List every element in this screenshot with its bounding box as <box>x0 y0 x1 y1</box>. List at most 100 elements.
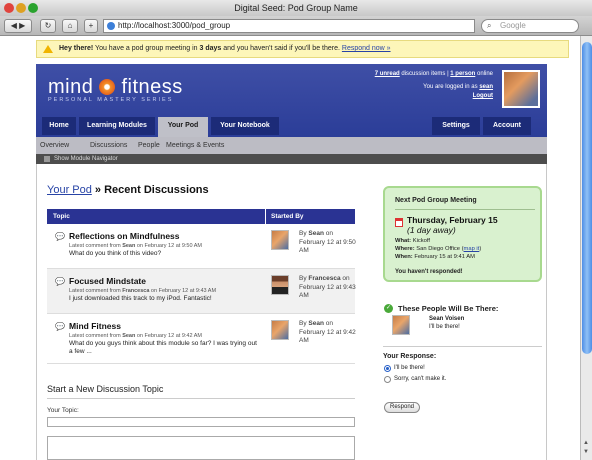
meeting-notice: Hey there! You have a pod group meeting … <box>36 40 569 58</box>
home-icon: ⌂ <box>67 21 73 30</box>
forward-icon[interactable]: ▶ <box>19 21 25 30</box>
respond-button[interactable]: Respond <box>384 402 420 413</box>
tab-your-pod[interactable]: Your Pod <box>158 117 208 137</box>
unread-text: discussion items | <box>399 71 451 77</box>
meeting-away: (1 day away) <box>407 225 456 235</box>
radio-not-attending-label[interactable]: Sorry, can't make it. <box>394 376 446 382</box>
meta-user[interactable]: Sean <box>122 243 135 249</box>
topic-label: Your Topic: <box>47 407 79 414</box>
respond-now-link[interactable]: Respond now » <box>342 45 391 52</box>
main-nav: Home Learning Modules Your Pod Your Note… <box>36 117 547 137</box>
zoom-window-button[interactable] <box>28 3 38 13</box>
meta-time: on February 12 at 9:43 AM <box>149 288 217 294</box>
by-user[interactable]: Sean <box>308 320 324 327</box>
where-value: San Diego Office ( <box>414 246 464 252</box>
back-forward-buttons[interactable]: ◀ ▶ <box>4 19 32 33</box>
attendee-name: Sean Voisen <box>429 316 465 322</box>
subnav-people[interactable]: People <box>138 137 160 154</box>
meta-prefix: Latest comment from <box>69 333 123 339</box>
topic-input[interactable] <box>47 417 355 427</box>
not-responded-text: You haven't responded! <box>395 269 463 275</box>
topic-title[interactable]: Focused Mindstate <box>69 276 146 286</box>
search-placeholder: Google <box>500 21 526 30</box>
meeting-what: What: Kickoff <box>395 238 430 244</box>
site-header: mind fitness PERSONAL MASTERY SERIES 7 u… <box>36 64 547 137</box>
add-bookmark-button[interactable]: + <box>84 19 98 33</box>
started-by: By Francesca on February 12 at 9:43 AM <box>299 275 359 301</box>
radio-not-attending[interactable] <box>384 376 391 383</box>
unread-link[interactable]: 7 unread <box>375 71 400 77</box>
tab-settings[interactable]: Settings <box>432 117 480 135</box>
tab-your-notebook[interactable]: Your Notebook <box>211 117 279 135</box>
map-it-link[interactable]: map it <box>464 246 480 252</box>
started-by: By Sean on February 12 at 9:50 AM <box>299 230 359 256</box>
meeting-box: Next Pod Group Meeting Thursday, Februar… <box>383 186 542 282</box>
scroll-up-icon[interactable]: ▲ <box>583 440 589 446</box>
module-navigator-bar[interactable]: Show Module Navigator <box>36 154 547 164</box>
by-prefix: By <box>299 230 309 237</box>
response-title: Your Response: <box>383 353 437 360</box>
meeting-where: Where: San Diego Office (map it) <box>395 246 481 252</box>
url-input[interactable]: http://localhost:3000/pod_group <box>103 19 475 33</box>
where-label: Where: <box>395 246 415 252</box>
check-icon: ✓ <box>384 304 393 313</box>
attendee-avatar[interactable] <box>392 315 410 335</box>
table-row[interactable]: 💬 Mind Fitness Latest comment from Sean … <box>47 314 356 364</box>
logout-row: Logout <box>473 93 493 99</box>
logout-link[interactable]: Logout <box>473 93 493 99</box>
table-row[interactable]: 💬 Focused Mindstate Latest comment from … <box>47 269 356 314</box>
reload-icon: ↻ <box>44 21 52 30</box>
vertical-scrollbar[interactable]: ▲ ▼ <box>580 36 592 460</box>
tab-account[interactable]: Account <box>483 117 531 135</box>
by-user[interactable]: Sean <box>308 230 324 237</box>
subnav-meetings-events[interactable]: Meetings & Events <box>166 137 224 154</box>
speech-bubble-icon: 💬 <box>55 277 65 286</box>
where-close: ) <box>479 246 482 252</box>
notice-days: 3 days <box>199 45 222 52</box>
meta-user[interactable]: Sean <box>122 333 135 339</box>
minimize-window-button[interactable] <box>16 3 26 13</box>
home-button[interactable]: ⌂ <box>62 19 78 33</box>
user-link[interactable]: sean <box>479 84 493 90</box>
reload-button[interactable]: ↻ <box>40 19 56 33</box>
subnav-discussions[interactable]: Discussions <box>90 137 127 154</box>
table-row[interactable]: 💬 Reflections on Mindfulness Latest comm… <box>47 224 356 269</box>
author-avatar[interactable] <box>271 230 289 250</box>
online-link[interactable]: 1 person <box>450 71 475 77</box>
back-icon[interactable]: ◀ <box>11 21 17 30</box>
subnav-overview[interactable]: Overview <box>40 137 69 154</box>
tab-home[interactable]: Home <box>42 117 76 135</box>
main-content: Your Pod » Recent Discussions Topic Star… <box>36 164 547 460</box>
your-pod-link[interactable]: Your Pod <box>47 184 92 196</box>
topic-body-textarea[interactable] <box>47 436 355 460</box>
topic-snippet: What do you think of this video? <box>69 250 162 257</box>
meeting-date: Thursday, February 15 <box>407 215 498 225</box>
radio-attending-label[interactable]: I'll be there! <box>394 365 425 371</box>
url-text: http://localhost:3000/pod_group <box>118 21 231 30</box>
calendar-icon <box>395 218 403 227</box>
title-bar: Digital Seed: Pod Group Name <box>0 0 592 16</box>
discussions-table: Topic Started By 💬 Reflections on Mindfu… <box>47 209 356 364</box>
topic-title[interactable]: Reflections on Mindfulness <box>69 231 180 241</box>
divider <box>47 398 355 399</box>
user-avatar[interactable] <box>502 70 540 108</box>
scroll-down-icon[interactable]: ▼ <box>583 449 589 455</box>
page-title-rest: » Recent Discussions <box>91 184 209 196</box>
meta-user[interactable]: Francesca <box>122 288 149 294</box>
tab-learning-modules[interactable]: Learning Modules <box>79 117 155 135</box>
author-avatar[interactable] <box>271 320 289 340</box>
site-logo[interactable]: mind fitness <box>48 76 183 99</box>
by-user[interactable]: Francesca <box>308 275 340 282</box>
notice-text-1: You have a pod group meeting in <box>93 45 200 52</box>
scrollbar-thumb[interactable] <box>582 42 592 354</box>
search-input[interactable]: ⌕ Google <box>481 19 579 33</box>
what-label: What: <box>395 238 412 244</box>
globe-icon <box>107 22 115 30</box>
author-avatar[interactable] <box>271 275 289 295</box>
speech-bubble-icon: 💬 <box>55 322 65 331</box>
radio-attending[interactable] <box>384 365 391 372</box>
attendees-title: These People Will Be There: <box>398 304 499 313</box>
what-value: Kickoff <box>411 238 431 244</box>
close-window-button[interactable] <box>4 3 14 13</box>
topic-title[interactable]: Mind Fitness <box>69 321 121 331</box>
